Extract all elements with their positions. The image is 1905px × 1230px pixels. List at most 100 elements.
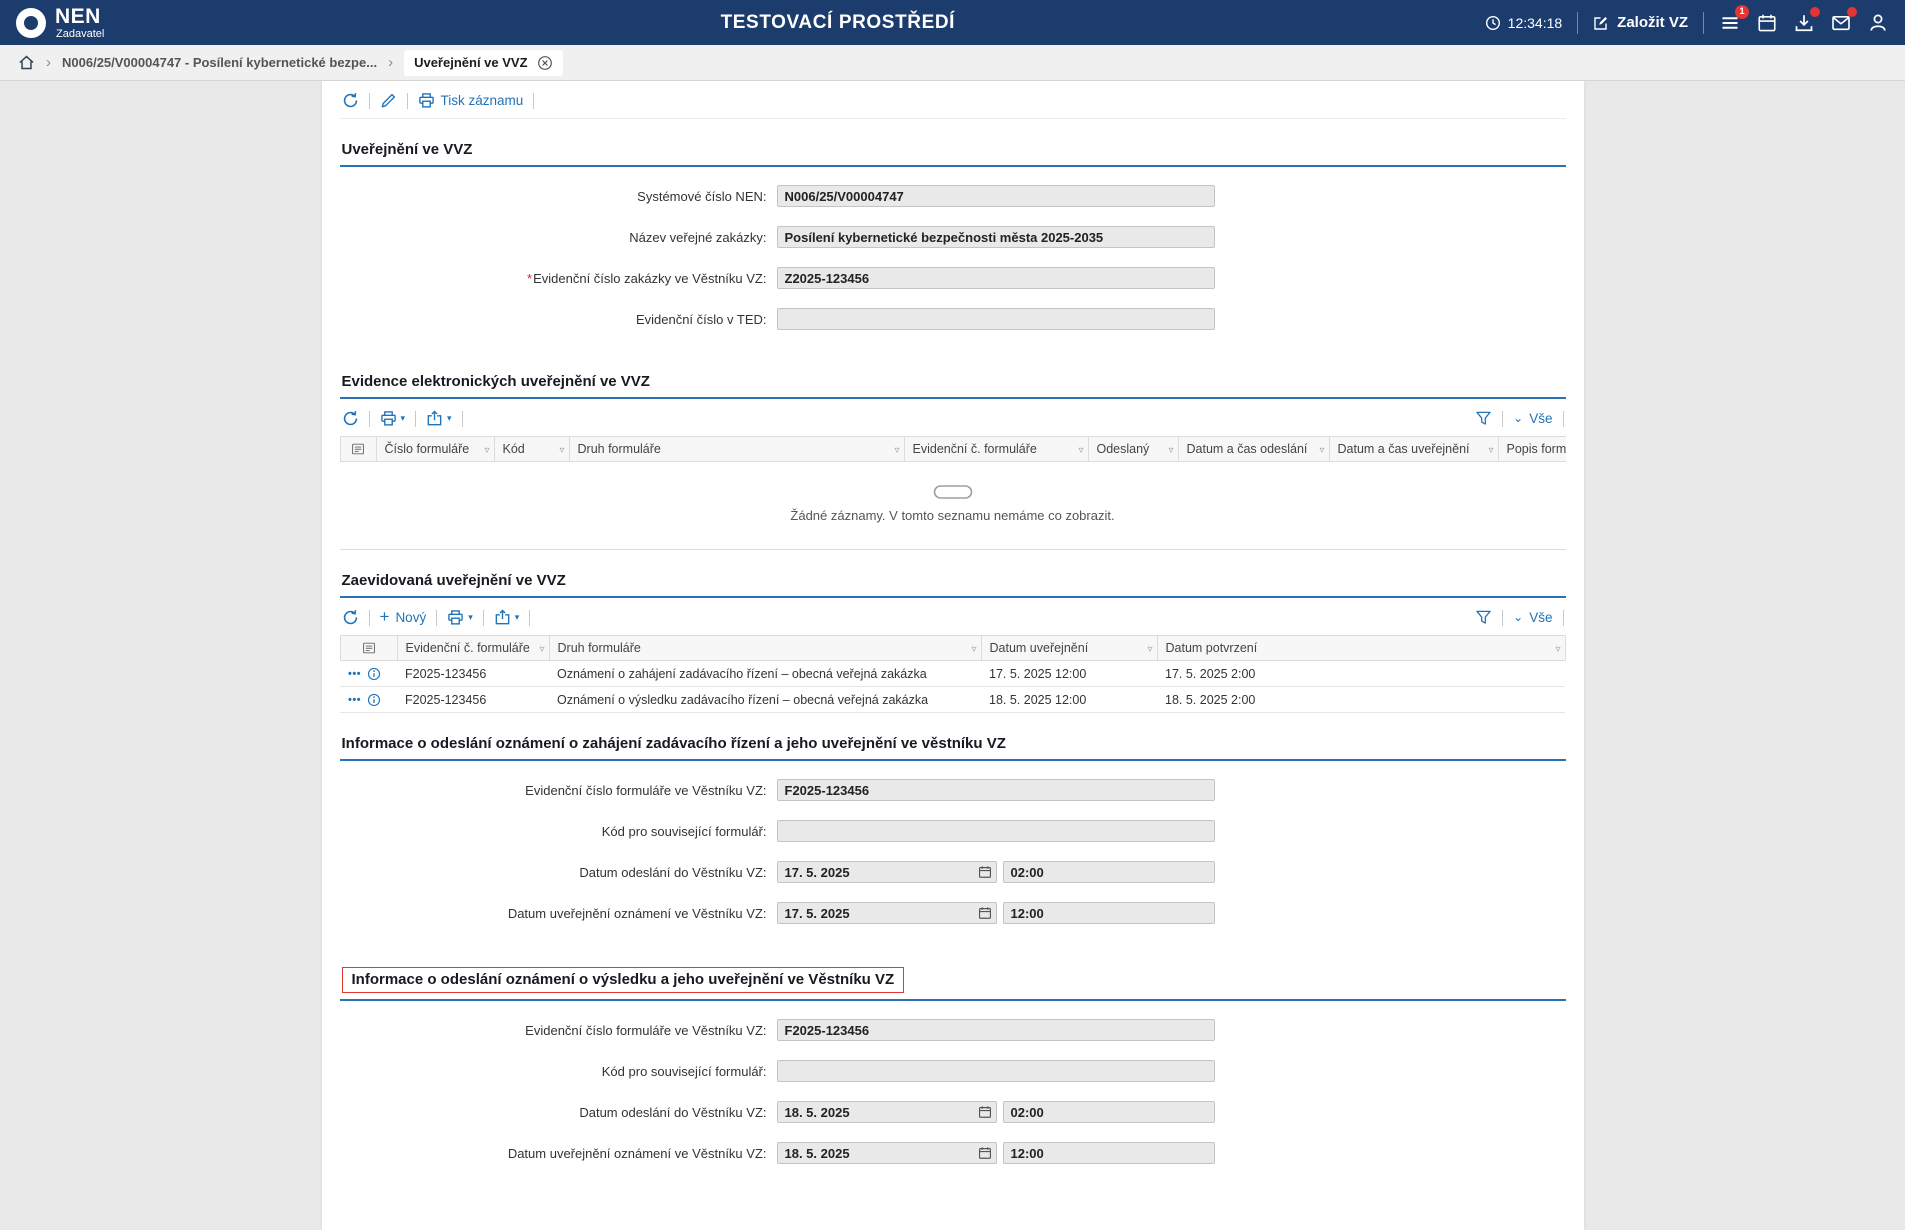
clock-icon <box>1485 15 1501 31</box>
table-row[interactable]: ••• F2025-123456 Oznámení o výsledku zad… <box>340 687 1565 713</box>
opening-datum-uverejneni-time-input[interactable] <box>1003 902 1215 924</box>
evidencni-cislo-ted-input[interactable] <box>777 308 1215 330</box>
filter-caret-icon[interactable]: ▿ <box>484 446 489 456</box>
export-grid-button[interactable]: ▾ <box>426 410 452 427</box>
evidence-empty-state: Žádné záznamy. V tomto seznamu nemáme co… <box>340 462 1566 550</box>
opening-evidencni-cislo-formulare-input[interactable] <box>777 779 1215 801</box>
result-datum-odeslani-date-input[interactable] <box>777 1101 997 1123</box>
filter-caret-icon[interactable]: ▿ <box>971 645 976 655</box>
column-header-druh-formulare[interactable]: Druh formuláře▿ <box>549 636 981 661</box>
filter-caret-icon[interactable]: ▿ <box>539 645 544 655</box>
result-evidencni-cislo-formulare-input[interactable] <box>777 1019 1215 1041</box>
opening-kod-souvisejici-formular-input[interactable] <box>777 820 1215 842</box>
calendar-icon[interactable] <box>978 865 992 879</box>
column-header-evidencni-c-formulare[interactable]: Evidenční č. formuláře▿ <box>904 437 1088 462</box>
nazev-verejne-zakazky-input[interactable] <box>777 226 1215 248</box>
column-header-datum-uverejneni[interactable]: Datum uveřejnění▿ <box>981 636 1157 661</box>
filter-caret-icon[interactable]: ▿ <box>1319 446 1324 456</box>
info-icon[interactable] <box>367 693 381 707</box>
print-record-button[interactable]: Tisk záznamu <box>418 92 524 109</box>
export-icon <box>494 609 511 626</box>
evidencni-cislo-zakazky-vestnik-input[interactable] <box>777 267 1215 289</box>
empty-list-icon <box>933 484 973 500</box>
home-button[interactable] <box>18 54 35 71</box>
export-grid-button[interactable]: ▾ <box>494 609 520 626</box>
opening-datum-odeslani-date-input[interactable] <box>777 861 997 883</box>
filter-caret-icon[interactable]: ▿ <box>1078 446 1083 456</box>
form-row: Datum uveřejnění oznámení ve Věstníku VZ… <box>340 902 1566 924</box>
opening-datum-odeslani-time-input[interactable] <box>1003 861 1215 883</box>
field-label: Systémové číslo NEN: <box>340 189 777 204</box>
filter-caret-icon[interactable]: ▿ <box>1488 446 1493 456</box>
filter-caret-icon[interactable]: ▿ <box>894 446 899 456</box>
calendar-icon[interactable] <box>978 1146 992 1160</box>
downloads-button[interactable] <box>1793 12 1815 34</box>
person-icon <box>1868 13 1888 33</box>
filter-button[interactable] <box>1475 410 1492 427</box>
section-title: Zaevidovaná uveřejnění ve VVZ <box>342 572 566 589</box>
filter-caret-icon[interactable]: ▿ <box>559 446 564 456</box>
create-vz-button[interactable]: Založit VZ <box>1593 14 1688 31</box>
column-header-datum-potvrzeni[interactable]: Datum potvrzení▿ <box>1157 636 1565 661</box>
nen-application: NEN Zadavatel TESTOVACÍ PROSTŘEDÍ 12:34:… <box>0 0 1905 1230</box>
show-all-button[interactable]: ⌄ Vše <box>1513 610 1552 625</box>
result-datum-uverejneni-date-input[interactable] <box>777 1142 997 1164</box>
refresh-button[interactable] <box>342 609 359 626</box>
info-icon[interactable] <box>367 667 381 681</box>
filter-button[interactable] <box>1475 609 1492 626</box>
result-datum-odeslani-time-input[interactable] <box>1003 1101 1215 1123</box>
nen-logo[interactable]: NEN Zadavatel <box>16 6 191 40</box>
print-grid-button[interactable]: ▾ <box>447 609 473 626</box>
result-kod-souvisejici-formular-input[interactable] <box>777 1060 1215 1082</box>
close-icon[interactable] <box>537 55 553 71</box>
show-all-button[interactable]: ⌄ Vše <box>1513 411 1552 426</box>
table-header-row: Číslo formuláře▿ Kód▿ Druh formuláře▿ Ev… <box>340 437 1566 462</box>
create-vz-label: Založit VZ <box>1617 14 1688 31</box>
opening-datum-uverejneni-date-input[interactable] <box>777 902 997 924</box>
column-settings-header[interactable] <box>340 636 397 661</box>
form-row: Kód pro související formulář: <box>340 820 1566 842</box>
refresh-icon <box>342 609 359 626</box>
row-menu-icon[interactable]: ••• <box>348 694 361 706</box>
form-row: Název veřejné zakázky: <box>340 226 1566 248</box>
form-row: Datum uveřejnění oznámení ve Věstníku VZ… <box>340 1142 1566 1164</box>
row-menu-icon[interactable]: ••• <box>348 668 361 680</box>
column-header-cislo-formulare[interactable]: Číslo formuláře▿ <box>376 437 494 462</box>
edit-record-button[interactable] <box>380 92 397 109</box>
column-header-popis-formulare[interactable]: Popis formuláře▿ <box>1498 437 1566 462</box>
systemove-cislo-nen-input[interactable] <box>777 185 1215 207</box>
column-header-evidencni-c-formulare[interactable]: Evidenční č. formuláře▿ <box>397 636 549 661</box>
chevron-down-icon: ⌄ <box>1513 415 1523 422</box>
breadcrumb-current-tab[interactable]: Uveřejnění ve VVZ <box>404 50 562 76</box>
filter-caret-icon[interactable]: ▿ <box>1168 446 1173 456</box>
breadcrumb-parent[interactable]: N006/25/V00004747 - Posílení kybernetick… <box>62 55 377 70</box>
result-datum-uverejneni-time-input[interactable] <box>1003 1142 1215 1164</box>
show-all-label: Vše <box>1529 610 1552 625</box>
printer-icon <box>447 609 464 626</box>
profile-button[interactable] <box>1867 12 1889 34</box>
filter-caret-icon[interactable]: ▿ <box>1147 645 1152 655</box>
new-record-button[interactable]: + Nový <box>380 610 427 625</box>
calendar-button[interactable] <box>1756 12 1778 34</box>
required-marker: * <box>527 271 532 286</box>
column-header-kod[interactable]: Kód▿ <box>494 437 569 462</box>
table-row[interactable]: ••• F2025-123456 Oznámení o zahájení zad… <box>340 661 1565 687</box>
column-settings-header[interactable] <box>340 437 376 462</box>
column-header-datum-cas-odeslani[interactable]: Datum a čas odeslání▿ <box>1178 437 1329 462</box>
column-header-druh-formulare[interactable]: Druh formuláře▿ <box>569 437 904 462</box>
messages-badge <box>1847 7 1857 17</box>
content-panel: Tisk záznamu Uveřejnění ve VVZ Systémové… <box>322 81 1584 1230</box>
column-header-odeslany[interactable]: Odeslaný▿ <box>1088 437 1178 462</box>
main-menu-button[interactable]: 1 <box>1719 12 1741 34</box>
refresh-button[interactable] <box>342 92 359 109</box>
column-header-datum-cas-uverejneni[interactable]: Datum a čas uveřejnění▿ <box>1329 437 1498 462</box>
calendar-icon[interactable] <box>978 906 992 920</box>
calendar-icon[interactable] <box>978 1105 992 1119</box>
chevron-down-icon: ▾ <box>515 613 520 622</box>
refresh-button[interactable] <box>342 410 359 427</box>
filter-caret-icon[interactable]: ▿ <box>1555 645 1560 655</box>
printer-icon <box>418 92 435 109</box>
print-grid-button[interactable]: ▾ <box>380 410 406 427</box>
breadcrumb-current-label: Uveřejnění ve VVZ <box>414 55 527 70</box>
messages-button[interactable] <box>1830 12 1852 34</box>
